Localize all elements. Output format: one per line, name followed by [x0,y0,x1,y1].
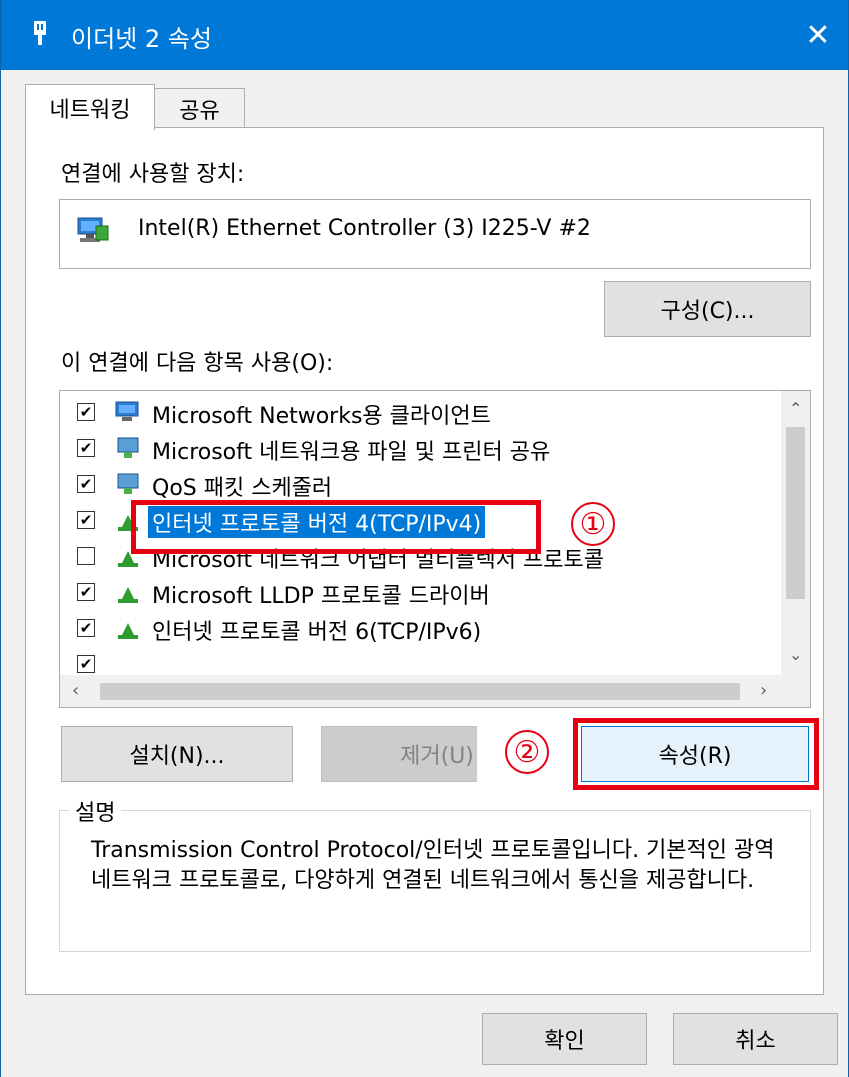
install-button[interactable]: 설치(N)... [61,726,293,782]
step-2-marker: ② [505,730,549,774]
checkbox[interactable]: ✔ [77,439,95,457]
checkbox[interactable]: ✔ [77,583,95,601]
checkbox[interactable]: ✔ [77,403,95,421]
item-label: Microsoft 네트워크용 파일 및 프린터 공유 [152,440,551,465]
scroll-up-icon[interactable]: ⌃ [789,399,802,418]
checkbox[interactable] [77,547,95,565]
checkbox[interactable]: ✔ [77,619,95,637]
tab-sharing[interactable]: 공유 [154,88,245,128]
scroll-thumb[interactable] [786,427,805,599]
protocol-icon [118,587,138,603]
protocol-icon [118,623,138,639]
device-label: 연결에 사용할 장치: [61,162,245,187]
list-item[interactable]: ✔ QoS 패킷 스케줄러 [60,466,780,502]
checkbox[interactable]: ✔ [77,475,95,493]
scroll-left-icon[interactable]: ‹ [72,680,79,701]
item-label: Microsoft LLDP 프로토콜 드라이버 [152,584,490,609]
highlight-box-step1 [131,500,541,554]
device-name: Intel(R) Ethernet Controller (3) I225-V … [138,216,591,241]
scroll-right-icon[interactable]: › [760,680,767,701]
list-item[interactable]: ✔ Microsoft 네트워크용 파일 및 프린터 공유 [60,430,780,466]
list-item[interactable]: ✔ Microsoft Networks용 클라이언트 [60,394,780,430]
ok-button[interactable]: 확인 [482,1013,647,1065]
network-service-icon [117,473,139,494]
title-bar[interactable]: 이더넷 2 속성 ✕ [1,0,848,70]
item-label: Microsoft Networks용 클라이언트 [152,404,491,429]
cancel-button[interactable]: 취소 [673,1013,838,1065]
list-item[interactable]: ✔ Microsoft LLDP 프로토콜 드라이버 [60,574,780,610]
device-box: Intel(R) Ethernet Controller (3) I225-V … [59,199,811,269]
highlight-box-step2 [573,718,819,790]
network-service-icon [117,437,139,458]
tab-networking[interactable]: 네트워킹 [25,84,155,130]
configure-button[interactable]: 구성(C)... [604,281,811,337]
list-item-partial: ✔ [60,646,780,675]
description-legend: 설명 [69,795,122,827]
scroll-down-icon[interactable]: ⌄ [789,645,802,664]
horizontal-scrollbar[interactable]: ‹ › [60,675,810,707]
properties-dialog: 이더넷 2 속성 ✕ 네트워킹 공유 연결에 사용할 장치: Intel(R) … [0,0,849,1077]
list-item[interactable]: ✔ 인터넷 프로토콜 버전 6(TCP/IPv6) [60,610,780,646]
checkbox[interactable]: ✔ [77,511,95,529]
step-1-marker: ① [571,502,615,546]
network-adapter-icon [34,21,46,45]
scroll-thumb[interactable] [100,683,740,700]
network-adapter-icon [77,217,109,242]
network-client-icon [115,401,139,421]
window-title: 이더넷 2 속성 [71,25,212,53]
description-text: Transmission Control Protocol/인터넷 프로토콜입니… [91,838,775,893]
vertical-scrollbar[interactable]: ⌃ ⌄ [781,391,810,675]
item-label: 인터넷 프로토콜 버전 6(TCP/IPv6) [152,620,482,645]
items-label: 이 연결에 다음 항목 사용(O): [61,351,334,376]
item-label: QoS 패킷 스케줄러 [152,476,333,501]
close-icon[interactable]: ✕ [788,0,848,70]
checkbox[interactable]: ✔ [77,655,95,673]
